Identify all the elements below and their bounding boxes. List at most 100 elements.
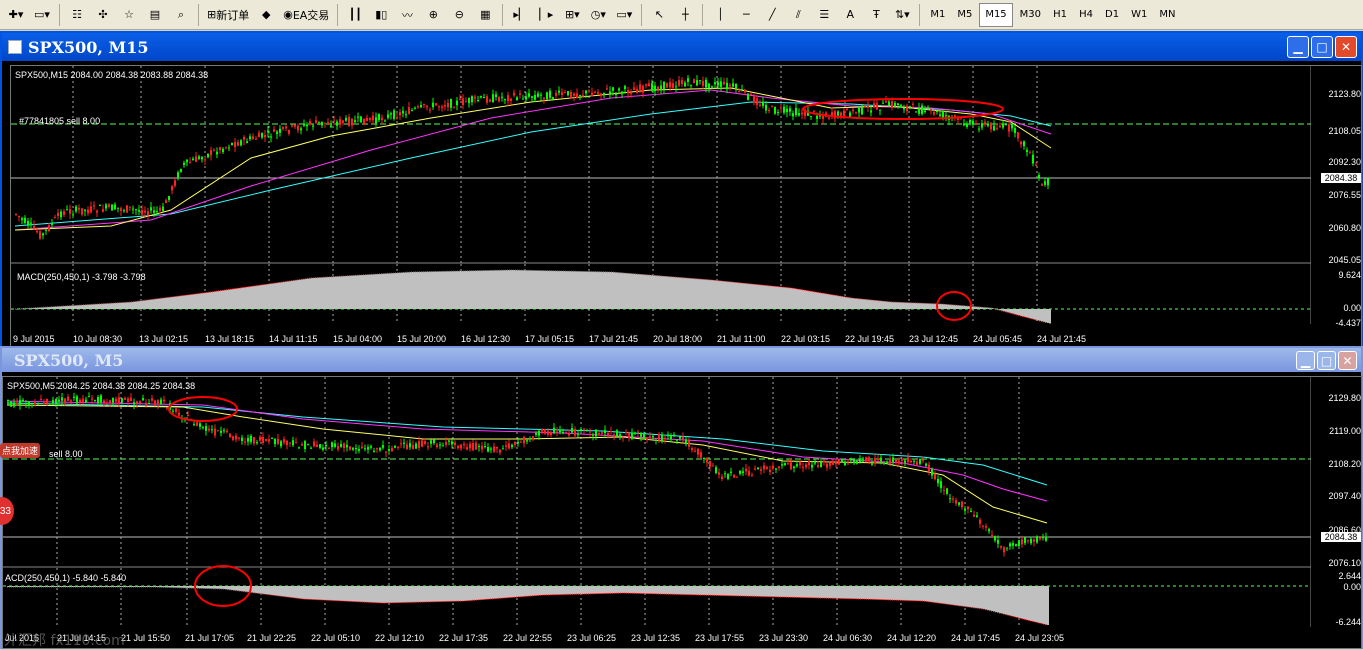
macd-bar	[151, 299, 153, 309]
candle-body	[639, 84, 641, 90]
macd-bar	[251, 286, 253, 309]
metaeditor-icon[interactable]: ◆	[254, 3, 278, 27]
candle-body	[895, 459, 897, 463]
macd-bar	[507, 586, 509, 598]
candle-body	[18, 216, 20, 218]
timeframe-w1[interactable]: W1	[1126, 3, 1152, 27]
candle-body	[531, 96, 533, 98]
macd-bar	[663, 276, 665, 309]
chart-window-m5[interactable]: SPX500, M5 ▁ □ ✕ SPX500,M5 2084.25 2084.…	[0, 346, 1363, 649]
periods-icon[interactable]: ◷▾	[586, 3, 610, 27]
macd-bar	[549, 586, 551, 595]
ad-badge[interactable]: 点我加速	[0, 443, 41, 458]
macd-bar	[267, 586, 269, 595]
vertical-line-icon[interactable]: │	[708, 3, 732, 27]
macd-bar	[623, 272, 625, 309]
candle-body	[1011, 123, 1013, 129]
candle-body	[538, 430, 540, 436]
navigator-icon[interactable]: ✣	[91, 3, 115, 27]
candle-body	[81, 208, 83, 215]
timeframe-m15[interactable]: M15	[979, 2, 1013, 27]
macd-bar	[785, 287, 787, 309]
tile-windows-icon[interactable]: ▦	[473, 3, 497, 27]
profiles-icon[interactable]: ▭▾	[30, 3, 54, 27]
candle-body	[528, 93, 530, 97]
candle-body	[888, 101, 890, 106]
candle-body	[940, 481, 942, 489]
candle-body	[993, 125, 995, 131]
macd-bar	[551, 270, 553, 309]
candle-body	[820, 462, 822, 468]
macd-bar	[463, 586, 465, 601]
zoom-in-icon[interactable]: ⊕	[421, 3, 445, 27]
macd-bar	[733, 282, 735, 309]
window-titlebar[interactable]: SPX500, M15 ▁ □ ✕	[2, 33, 1361, 61]
macd-bar	[663, 586, 665, 594]
terminal-icon[interactable]: ▤	[143, 3, 167, 27]
chart-window-m15[interactable]: SPX500, M15 ▁ □ ✕ SPX500,M15 2084.00 208…	[0, 31, 1363, 348]
bar-chart-icon[interactable]: ┃┃	[343, 3, 367, 27]
macd-bar	[497, 270, 499, 309]
candle-body	[729, 84, 731, 87]
candle-body	[381, 117, 383, 120]
macd-bar	[385, 273, 387, 309]
new-chart-icon[interactable]: ✚▾	[4, 3, 28, 27]
maximize-button[interactable]: □	[1311, 36, 1333, 58]
indicators-icon[interactable]: ⊞▾	[560, 3, 584, 27]
autoscroll-icon[interactable]: ▸▏	[508, 3, 532, 27]
macd-bar	[929, 586, 931, 602]
equidistant-channel-icon[interactable]: ⫽	[786, 3, 810, 27]
timeframe-h1[interactable]: H1	[1048, 3, 1072, 27]
candle-body	[138, 210, 140, 212]
macd-bar	[119, 302, 121, 309]
timeframe-h4[interactable]: H4	[1074, 3, 1098, 27]
crosshair-icon[interactable]: ┼	[673, 3, 697, 27]
candle-body	[877, 458, 879, 461]
cursor-icon[interactable]: ↖	[647, 3, 671, 27]
favorites-icon[interactable]: ☆	[117, 3, 141, 27]
minimize-button[interactable]: ▁	[1287, 36, 1309, 58]
line-chart-icon[interactable]: 〰	[395, 3, 419, 27]
macd-bar	[595, 586, 597, 594]
tester-icon[interactable]: ⌕	[169, 3, 193, 27]
candle-body	[465, 101, 467, 103]
timeframe-m30[interactable]: M30	[1015, 3, 1046, 27]
ea-trading-button[interactable]: ◉ EA交易	[280, 3, 332, 27]
timeframe-mn[interactable]: MN	[1154, 3, 1180, 27]
macd-bar	[113, 303, 115, 309]
market-watch-icon[interactable]: ☷	[65, 3, 89, 27]
minimize-button[interactable]: ▁	[1296, 351, 1315, 370]
timeframe-d1[interactable]: D1	[1100, 3, 1124, 27]
zoom-out-icon[interactable]: ⊖	[447, 3, 471, 27]
macd-bar	[573, 271, 575, 309]
window-titlebar[interactable]: SPX500, M5 ▁ □ ✕	[2, 348, 1361, 372]
candle-body	[78, 208, 80, 210]
time-tick-label: 14 Jul 11:15	[269, 334, 318, 344]
text-icon[interactable]: A	[838, 3, 862, 27]
price-chart-m15[interactable]: SPX500,M15 2084.00 2084.38 2083.88 2084.…	[10, 65, 1362, 348]
macd-bar	[709, 279, 711, 309]
macd-bar	[677, 586, 679, 595]
close-button[interactable]: ✕	[1335, 36, 1357, 58]
horizontal-line-icon[interactable]: ─	[734, 3, 758, 27]
text-label-icon[interactable]: Ŧ	[864, 3, 888, 27]
new-order-button[interactable]: ⊞ 新订单	[204, 3, 252, 27]
candle-body	[316, 444, 318, 447]
trendline-icon[interactable]: ╱	[760, 3, 784, 27]
macd-bar	[913, 302, 915, 309]
candlestick-icon[interactable]: ▮▯	[369, 3, 393, 27]
macd-bar	[861, 586, 863, 599]
chart-shift-icon[interactable]: ▏▸	[534, 3, 558, 27]
price-chart-m5[interactable]: SPX500,M5 2084.25 2084.38 2084.25 2084.3…	[2, 376, 1362, 649]
templates-icon[interactable]: ▭▾	[612, 3, 636, 27]
timeframe-m1[interactable]: M1	[925, 3, 950, 27]
maximize-button[interactable]: □	[1317, 351, 1336, 370]
candle-body	[424, 441, 426, 444]
timeframe-m5[interactable]: M5	[952, 3, 977, 27]
fibonacci-icon[interactable]: ☰	[812, 3, 836, 27]
candle-body	[799, 461, 801, 466]
arrows-icon[interactable]: ⇅▾	[890, 3, 914, 27]
macd-bar	[419, 271, 421, 309]
macd-bar	[223, 290, 225, 309]
close-button[interactable]: ✕	[1338, 351, 1357, 370]
